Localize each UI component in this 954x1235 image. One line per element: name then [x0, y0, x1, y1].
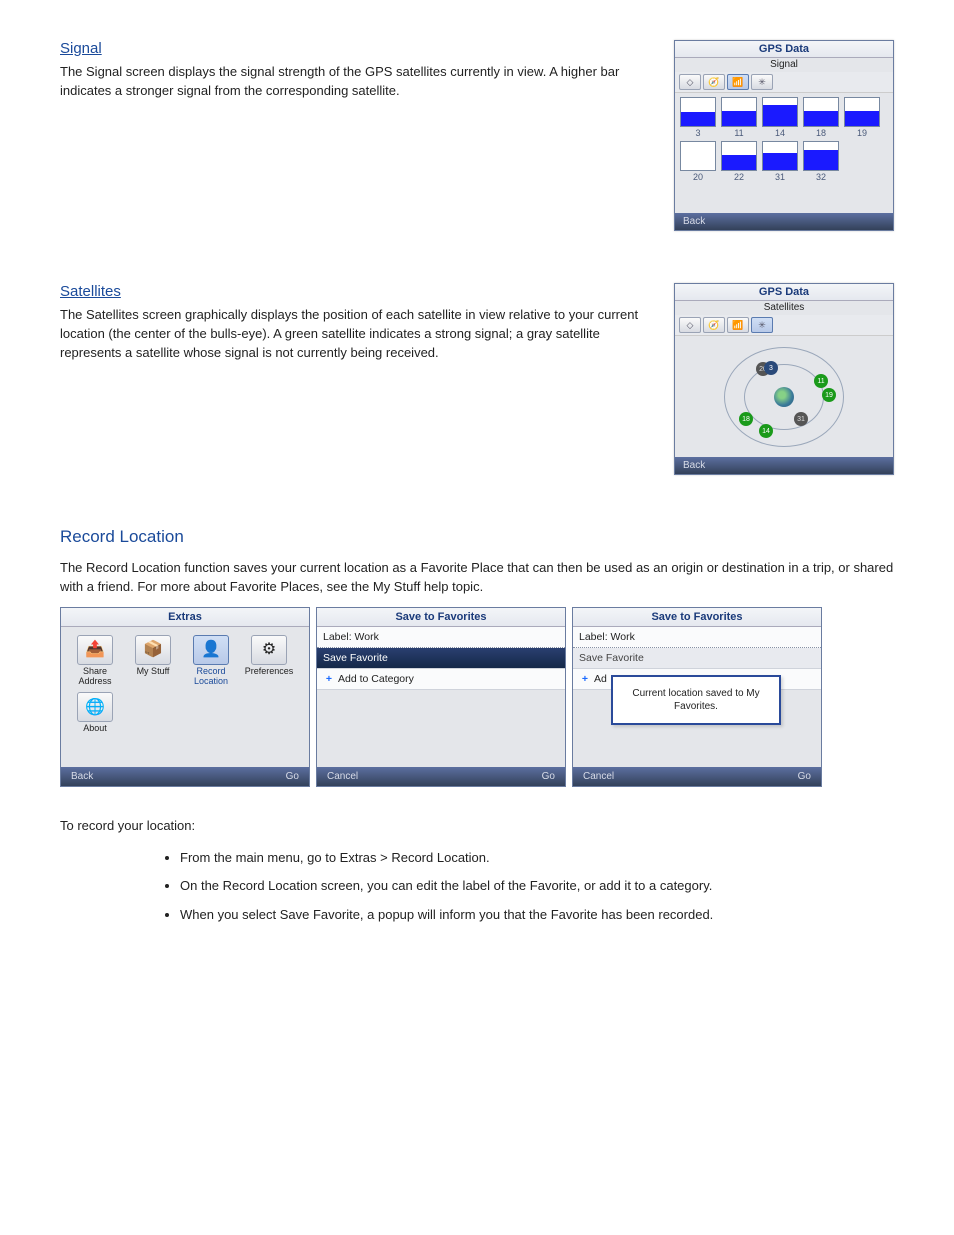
gps-satellites-device: GPS Data Satellites ◇ 🧭 📶 ✳ 203111918143… [674, 283, 894, 475]
about-icon: 🌐 [77, 692, 113, 722]
gps-signal-device: GPS Data Signal ◇ 🧭 📶 ✳ 311141819 2022313… [674, 40, 894, 231]
device-footer: Cancel Go [317, 767, 565, 786]
device-title: GPS Data [675, 41, 893, 58]
device-footer: Back [675, 213, 893, 230]
device-title: Save to Favorites [573, 608, 821, 627]
extras-item[interactable]: 📤Share Address [69, 635, 121, 687]
list-item: On the Record Location screen, you can e… [180, 872, 894, 901]
device-subtitle: Satellites [675, 301, 893, 315]
add-category-label: Ad [594, 673, 607, 685]
signal-bar-label: 18 [802, 127, 840, 138]
extras-item-label: Preferences [243, 667, 295, 677]
signal-bar-label: 32 [802, 171, 840, 182]
device-footer: Cancel Go [573, 767, 821, 786]
device-title: GPS Data [675, 284, 893, 301]
signal-bar-label: 19 [843, 127, 881, 138]
signal-bar-label: 31 [761, 171, 799, 182]
device-subtitle: Signal [675, 58, 893, 72]
stuff-icon: 📦 [135, 635, 171, 665]
extras-item[interactable]: 📦 My Stuff [127, 635, 179, 687]
plus-icon: + [323, 673, 335, 685]
device-toolbar: ◇ 🧭 📶 ✳ [675, 72, 893, 93]
extras-item[interactable]: ⚙ Preferences [243, 635, 295, 687]
signal-bar-label: 14 [761, 127, 799, 138]
device-footer: Back Go [61, 767, 309, 786]
extras-device: Extras 📤Share Address 📦 My Stuff 👤Record Lo… [60, 607, 310, 787]
record-location-body: The Record Location function saves your … [60, 559, 894, 597]
signal-heading: Signal [60, 40, 102, 57]
steps-list: From the main menu, go to Extras > Recor… [180, 844, 894, 930]
add-category-line[interactable]: +Add to Category [317, 669, 565, 690]
satellite-marker: 3 [764, 361, 778, 375]
satellites-body: 2031119181431 [675, 336, 893, 457]
toolbar-btn-position[interactable]: ◇ [679, 74, 701, 90]
extras-item-label: Share Address [69, 667, 121, 687]
toolbar-btn-signal[interactable]: 📶 [727, 74, 749, 90]
signal-body: 311141819 20223132 [675, 93, 893, 213]
save-favorite-line[interactable]: Save Favorite [317, 648, 565, 669]
signal-bar-label: 3 [679, 127, 717, 138]
list-item: From the main menu, go to Extras > Recor… [180, 844, 894, 873]
satellite-marker: 14 [759, 424, 773, 438]
toolbar-btn-satellites[interactable]: ✳ [751, 74, 773, 90]
signal-bar: 32 [802, 141, 840, 182]
earth-icon [774, 387, 794, 407]
plus-icon: + [579, 673, 591, 685]
signal-bar-label: 11 [720, 127, 758, 138]
toolbar-btn-position[interactable]: ◇ [679, 317, 701, 333]
signal-bar: 11 [720, 97, 758, 138]
label-line[interactable]: Label: Work [573, 627, 821, 648]
to-record-label: To record your location: [60, 817, 894, 836]
save-favorite-line[interactable]: Save Favorite [573, 648, 821, 669]
extras-item[interactable]: 🌐 About [69, 692, 121, 734]
extras-item-label: About [69, 724, 121, 734]
toolbar-btn-signal[interactable]: 📶 [727, 317, 749, 333]
save-favorites-device-2: Save to Favorites Label: Work Save Favor… [572, 607, 822, 787]
softkey-back[interactable]: Back [683, 216, 705, 227]
toolbar-btn-compass[interactable]: 🧭 [703, 74, 725, 90]
softkey-go[interactable]: Go [542, 771, 555, 782]
device-toolbar: ◇ 🧭 📶 ✳ [675, 315, 893, 336]
satellites-heading: Satellites [60, 283, 121, 300]
satellite-marker: 11 [814, 374, 828, 388]
signal-bar: 19 [843, 97, 881, 138]
signal-bar-label: 20 [679, 171, 717, 182]
toolbar-btn-compass[interactable]: 🧭 [703, 317, 725, 333]
toolbar-btn-satellites[interactable]: ✳ [751, 317, 773, 333]
record-icon: 👤 [193, 635, 229, 665]
share-icon: 📤 [77, 635, 113, 665]
extras-item[interactable]: 👤Record Location [185, 635, 237, 687]
signal-bar: 31 [761, 141, 799, 182]
signal-bar: 22 [720, 141, 758, 182]
signal-bar: 18 [802, 97, 840, 138]
satellite-marker: 19 [822, 388, 836, 402]
signal-bar: 20 [679, 141, 717, 182]
softkey-back[interactable]: Back [71, 771, 93, 782]
device-title: Extras [61, 608, 309, 627]
satellite-marker: 31 [794, 412, 808, 426]
prefs-icon: ⚙ [251, 635, 287, 665]
device-footer: Back [675, 457, 893, 474]
save-favorites-device-1: Save to Favorites Label: Work Save Favor… [316, 607, 566, 787]
softkey-cancel[interactable]: Cancel [327, 771, 358, 782]
confirmation-popup: Current location saved to My Favorites. [611, 675, 781, 725]
list-item: When you select Save Favorite, a popup w… [180, 901, 894, 930]
record-location-heading: Record Location [60, 527, 184, 547]
softkey-back[interactable]: Back [683, 460, 705, 471]
softkey-cancel[interactable]: Cancel [583, 771, 614, 782]
softkey-go[interactable]: Go [798, 771, 811, 782]
extras-item-label: Record Location [185, 667, 237, 687]
device-title: Save to Favorites [317, 608, 565, 627]
signal-bar: 3 [679, 97, 717, 138]
extras-item-label: My Stuff [127, 667, 179, 677]
label-line[interactable]: Label: Work [317, 627, 565, 648]
satellite-marker: 18 [739, 412, 753, 426]
signal-bar: 14 [761, 97, 799, 138]
add-category-label: Add to Category [338, 673, 414, 685]
signal-bar-label: 22 [720, 171, 758, 182]
softkey-go[interactable]: Go [286, 771, 299, 782]
